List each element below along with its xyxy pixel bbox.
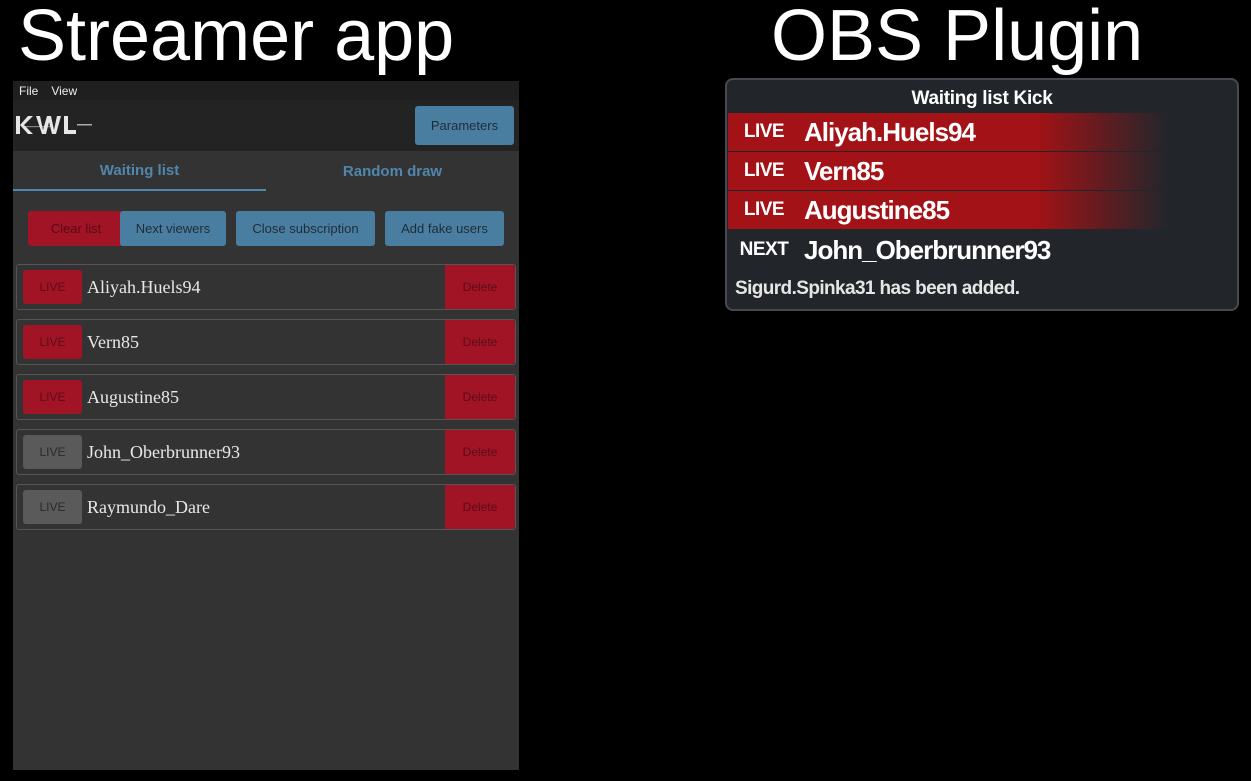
overlay-row: LIVE Vern85 <box>728 152 1168 190</box>
action-bar: Clear list Next viewers Close subscripti… <box>13 191 519 261</box>
app-header: Parameters <box>13 100 519 151</box>
next-viewers-button[interactable]: Next viewers <box>120 211 226 246</box>
live-toggle[interactable]: LIVE <box>23 270 82 304</box>
delete-button[interactable]: Delete <box>445 430 515 474</box>
live-toggle[interactable]: LIVE <box>23 435 82 469</box>
live-toggle[interactable]: LIVE <box>23 380 82 414</box>
overlay-viewer-name: Vern85 <box>804 155 884 186</box>
viewer-name: Augustine85 <box>87 387 179 407</box>
streamer-app-caption: Streamer app <box>18 0 455 76</box>
obs-overlay: Waiting list Kick LIVE Aliyah.Huels94 LI… <box>725 78 1239 311</box>
overlay-tag: LIVE <box>743 121 785 142</box>
menu-file[interactable]: File <box>19 84 38 98</box>
live-toggle[interactable]: LIVE <box>23 325 82 359</box>
viewer-name: Raymundo_Dare <box>87 497 210 517</box>
obs-plugin-caption: OBS Plugin <box>771 0 1144 76</box>
menu-bar: File View <box>13 81 519 100</box>
delete-button[interactable]: Delete <box>445 320 515 364</box>
list-item: LIVE Aliyah.Huels94 Delete <box>16 264 516 310</box>
delete-button[interactable]: Delete <box>445 485 515 529</box>
overlay-tag: NEXT <box>739 239 789 260</box>
overlay-viewer-name: John_Oberbrunner93 <box>804 234 1051 265</box>
overlay-viewer-name: Augustine85 <box>804 194 950 225</box>
overlay-viewer-name: Aliyah.Huels94 <box>804 116 976 147</box>
list-item: LIVE Augustine85 Delete <box>16 374 516 420</box>
viewer-name: John_Oberbrunner93 <box>87 442 240 462</box>
menu-view[interactable]: View <box>51 84 77 98</box>
viewer-name: Vern85 <box>87 332 139 352</box>
list-item: LIVE Vern85 Delete <box>16 319 516 365</box>
delete-button[interactable]: Delete <box>445 265 515 309</box>
overlay-notification: Sigurd.Spinka31 has been added. <box>735 278 1020 299</box>
clear-list-button[interactable]: Clear list <box>28 211 124 246</box>
streamer-app-window: File View Parameters Waiting list Random… <box>13 81 519 770</box>
tab-bar: Waiting list Random draw <box>13 151 519 191</box>
list-item: LIVE John_Oberbrunner93 Delete <box>16 429 516 475</box>
live-toggle[interactable]: LIVE <box>23 490 82 524</box>
overlay-row: LIVE Aliyah.Huels94 <box>728 113 1168 151</box>
kwl-logo-icon <box>16 116 92 134</box>
overlay-title: Waiting list Kick <box>911 88 1053 109</box>
tab-random-draw[interactable]: Random draw <box>266 151 519 191</box>
delete-button[interactable]: Delete <box>445 375 515 419</box>
list-item: LIVE Raymundo_Dare Delete <box>16 484 516 530</box>
overlay-tag: LIVE <box>743 160 785 181</box>
overlay-tag: LIVE <box>743 199 785 220</box>
waiting-list: LIVE Aliyah.Huels94 Delete LIVE Vern85 D… <box>16 264 516 539</box>
tab-waiting-list[interactable]: Waiting list <box>13 151 266 191</box>
overlay-row: LIVE Augustine85 <box>728 191 1168 229</box>
add-fake-users-button[interactable]: Add fake users <box>385 211 504 246</box>
parameters-button[interactable]: Parameters <box>415 106 514 145</box>
viewer-name: Aliyah.Huels94 <box>87 277 201 297</box>
overlay-row: NEXT John_Oberbrunner93 <box>728 231 1168 269</box>
close-subscription-button[interactable]: Close subscription <box>236 211 375 246</box>
